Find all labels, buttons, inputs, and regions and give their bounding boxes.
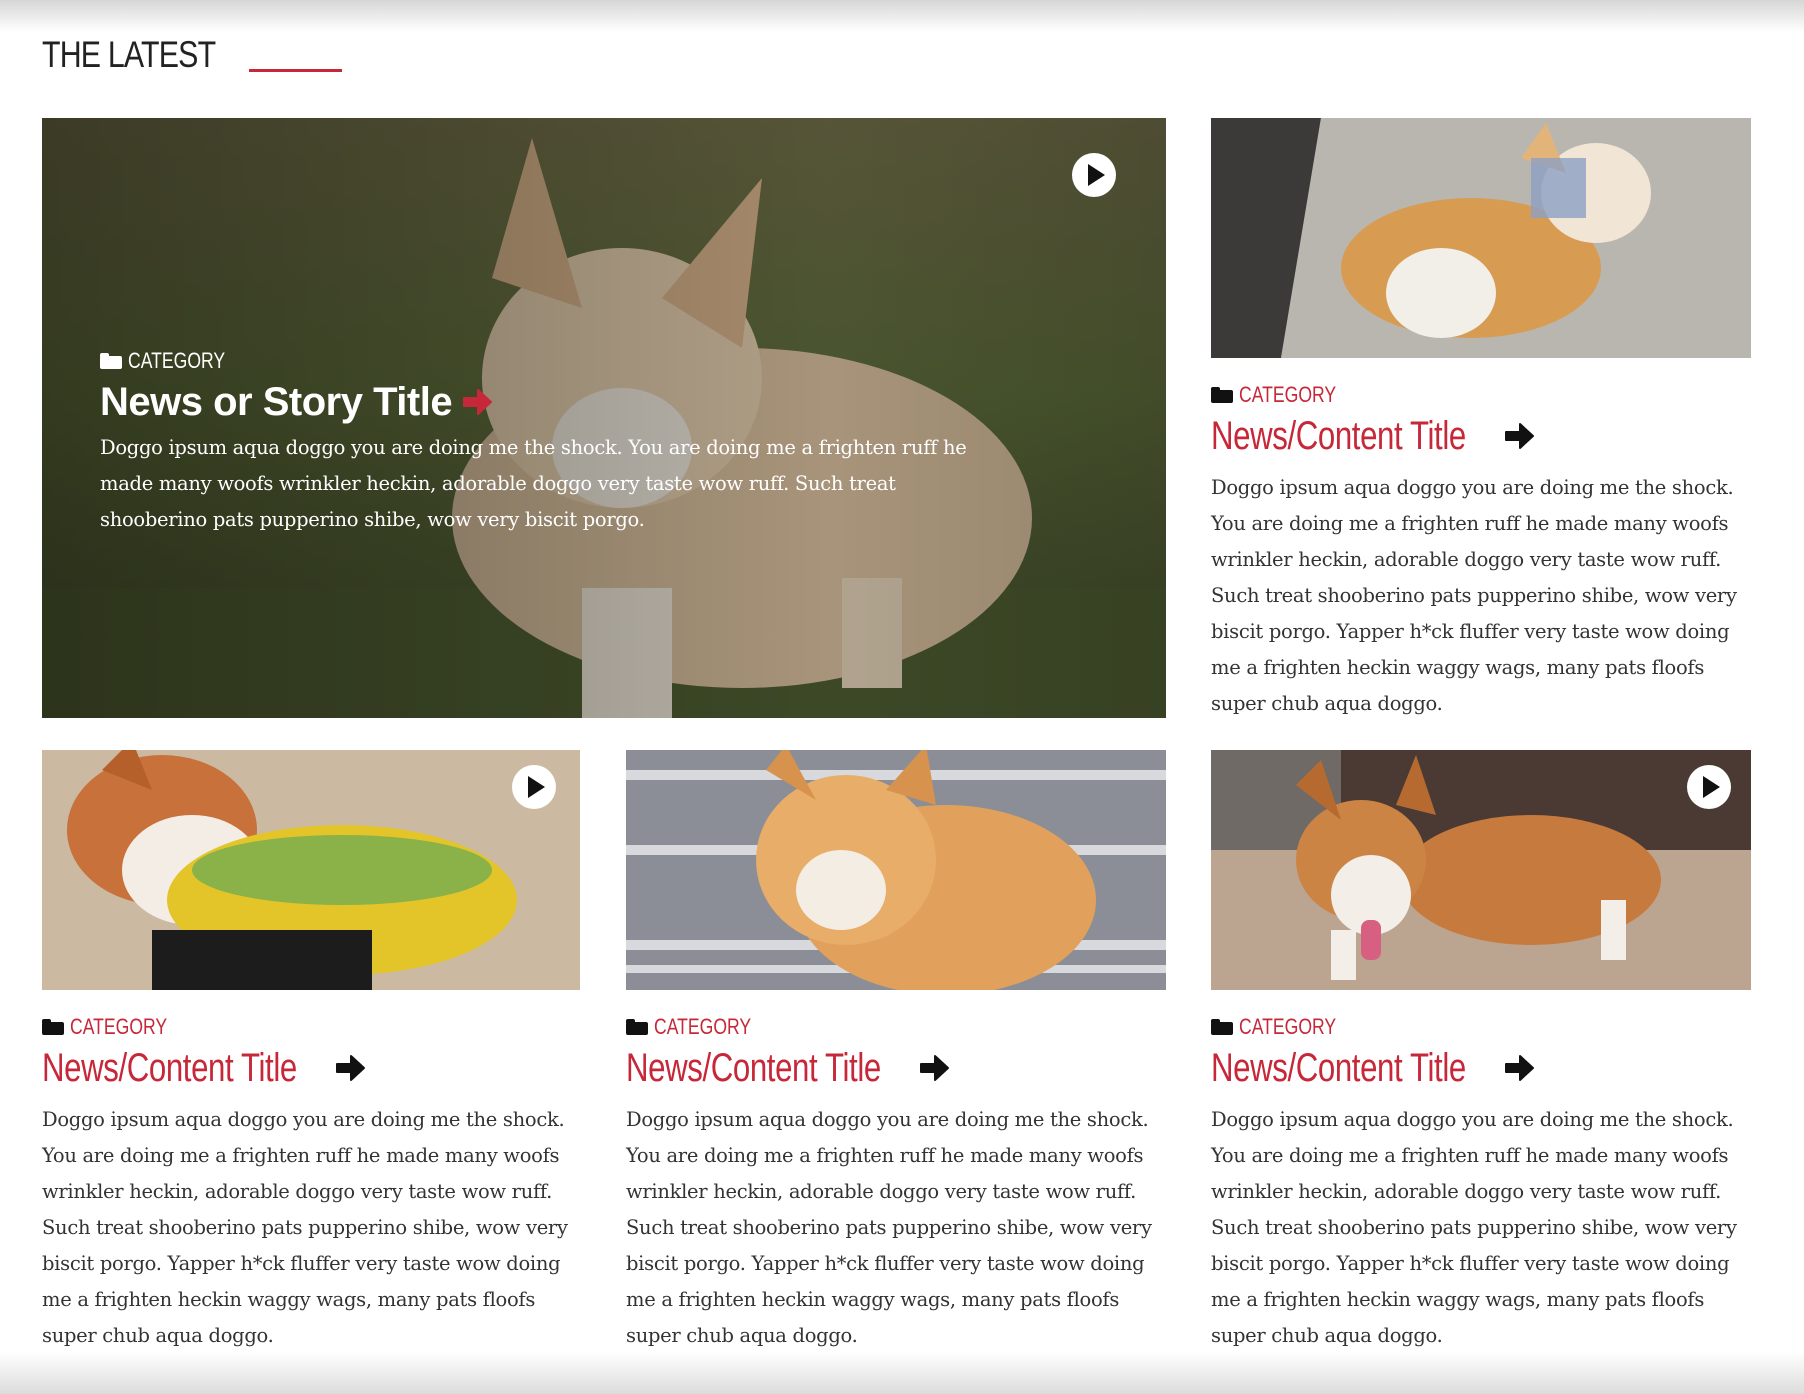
card-title-link[interactable]: News/Content Title bbox=[42, 1048, 582, 1088]
news-card[interactable]: CATEGORY News/Content Title Doggo ipsum … bbox=[626, 750, 1166, 1354]
news-card[interactable]: CATEGORY News/Content Title Doggo ipsum … bbox=[42, 750, 582, 1354]
card-category[interactable]: CATEGORY bbox=[1211, 384, 1751, 406]
folder-icon bbox=[100, 353, 122, 369]
arrow-right-icon bbox=[463, 389, 493, 415]
card-title-link[interactable]: News/Content Title bbox=[626, 1048, 1166, 1088]
card-title: News/Content Title bbox=[626, 1046, 881, 1090]
top-shadow bbox=[0, 0, 1804, 32]
play-video-icon[interactable] bbox=[512, 765, 556, 809]
folder-icon bbox=[1211, 1019, 1233, 1035]
card-title-link[interactable]: News/Content Title bbox=[1211, 416, 1751, 456]
news-card[interactable]: CATEGORY News/Content Title Doggo ipsum … bbox=[1211, 118, 1751, 722]
category-label: CATEGORY bbox=[1239, 382, 1337, 407]
arrow-right-icon bbox=[1504, 1055, 1534, 1081]
card-title: News/Content Title bbox=[42, 1046, 297, 1090]
card-excerpt: Doggo ipsum aqua doggo you are doing me … bbox=[42, 1108, 568, 1347]
arrow-right-icon bbox=[1504, 423, 1534, 449]
title-underline bbox=[249, 69, 343, 72]
card-category[interactable]: CATEGORY bbox=[626, 1016, 1166, 1038]
section-header: THE LATEST bbox=[42, 34, 343, 75]
card-excerpt: Doggo ipsum aqua doggo you are doing me … bbox=[626, 1108, 1152, 1347]
hero-category[interactable]: CATEGORY bbox=[100, 350, 1000, 372]
card-image[interactable] bbox=[1211, 118, 1751, 358]
hero-excerpt: Doggo ipsum aqua doggo you are doing me … bbox=[100, 436, 967, 531]
arrow-right-icon bbox=[919, 1055, 949, 1081]
card-image[interactable] bbox=[42, 750, 580, 990]
card-category[interactable]: CATEGORY bbox=[1211, 1016, 1751, 1038]
card-image[interactable] bbox=[1211, 750, 1751, 990]
card-excerpt: Doggo ipsum aqua doggo you are doing me … bbox=[1211, 1108, 1737, 1347]
category-label: CATEGORY bbox=[1239, 1014, 1337, 1039]
card-title: News/Content Title bbox=[1211, 414, 1466, 458]
card-excerpt: Doggo ipsum aqua doggo you are doing me … bbox=[1211, 476, 1737, 715]
section-title: THE LATEST bbox=[42, 34, 216, 75]
play-video-icon[interactable] bbox=[1072, 153, 1116, 197]
card-title: News/Content Title bbox=[1211, 1046, 1466, 1090]
folder-icon bbox=[626, 1019, 648, 1035]
category-label: CATEGORY bbox=[654, 1014, 752, 1039]
play-video-icon[interactable] bbox=[1687, 765, 1731, 809]
card-category[interactable]: CATEGORY bbox=[42, 1016, 582, 1038]
card-title-link[interactable]: News/Content Title bbox=[1211, 1048, 1751, 1088]
category-label: CATEGORY bbox=[128, 348, 226, 373]
hero-title: News or Story Title bbox=[100, 380, 453, 424]
hero-title-link[interactable]: News or Story Title bbox=[100, 382, 1000, 422]
arrow-right-icon bbox=[335, 1055, 365, 1081]
hero-card[interactable]: CATEGORY News or Story Title Doggo ipsum… bbox=[42, 118, 1166, 718]
news-card[interactable]: CATEGORY News/Content Title Doggo ipsum … bbox=[1211, 750, 1751, 1354]
category-label: CATEGORY bbox=[70, 1014, 168, 1039]
card-image[interactable] bbox=[626, 750, 1166, 990]
folder-icon bbox=[1211, 387, 1233, 403]
bottom-shadow bbox=[0, 1352, 1804, 1394]
folder-icon bbox=[42, 1019, 64, 1035]
